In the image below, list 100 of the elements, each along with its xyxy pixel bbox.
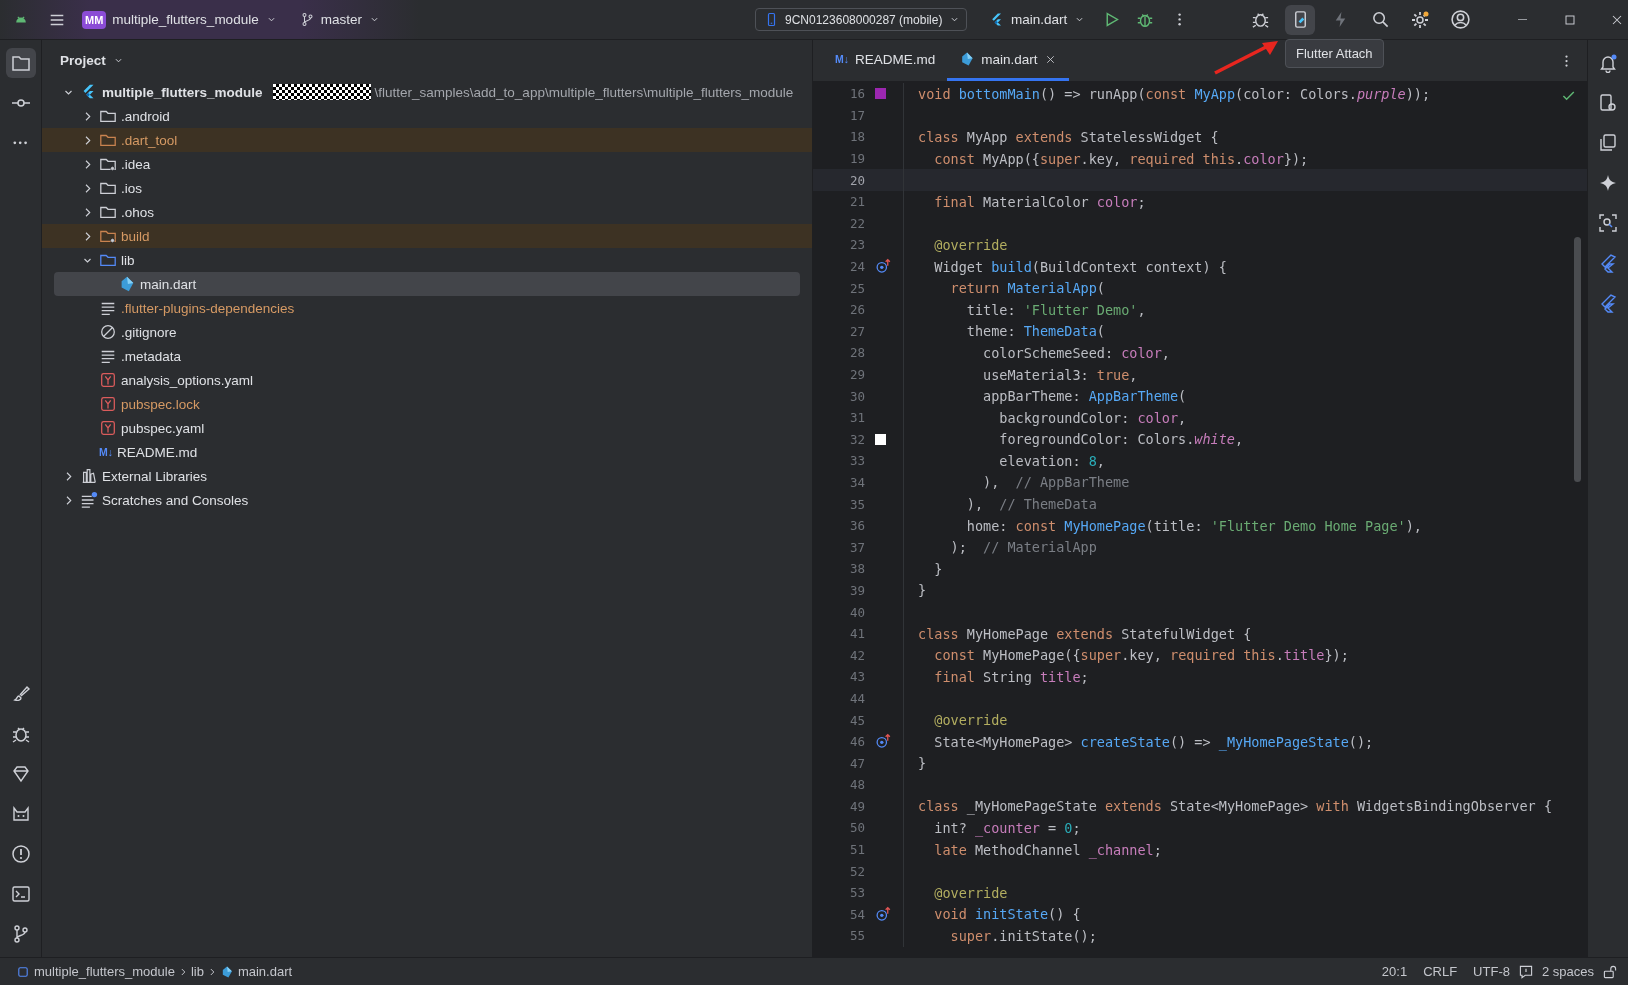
line-number: 41 (848, 626, 865, 642)
yaml-file-icon (99, 395, 117, 413)
indent-setting[interactable]: 2 spaces (1533, 964, 1602, 979)
tooltip: Flutter Attach (1285, 39, 1384, 68)
code-line: ); // MaterialApp (949, 539, 1097, 556)
annotation-arrow (1212, 40, 1280, 76)
run-config-selector[interactable]: main.dart (983, 7, 1093, 32)
tree-item[interactable]: build (42, 224, 812, 248)
code-line: ), // AppBarTheme (982, 474, 1130, 491)
line-number: 29 (848, 367, 865, 382)
line-number: 52 (848, 863, 865, 879)
breadcrumb[interactable]: lib (188, 964, 206, 979)
tree-item[interactable]: .android (42, 104, 812, 128)
inspector-icon (1598, 213, 1618, 233)
library-icon (80, 467, 98, 485)
code-line: @override (933, 236, 1008, 253)
markdown-icon: M↓ (835, 53, 849, 65)
line-number: 27 (848, 323, 865, 339)
tree-item[interactable]: lib (42, 248, 812, 272)
line-number: 55 (848, 928, 865, 944)
line-number: 39 (848, 582, 865, 598)
tree-item[interactable]: .idea (42, 152, 812, 176)
line-number: 51 (848, 842, 865, 858)
line-number: 53 (848, 885, 865, 901)
code-line: @override (933, 712, 1008, 728)
line-number: 26 (848, 302, 865, 318)
code-line: final String title; (933, 668, 1089, 685)
code-line: title: 'Flutter Demo', (965, 301, 1146, 318)
project-tool-button[interactable] (5, 48, 36, 78)
code-line: State<MyHomePage> createState() => _MyHomePageState(); (933, 733, 1374, 750)
tree-item[interactable]: multiple_flutters_module \flutter_samples\add_to_app\multiple_flutters\multiple_flutters_module (42, 80, 812, 104)
tree-item[interactable]: Scratches and Consoles (42, 488, 812, 512)
code-line: colorSchemeSeed: color, (982, 344, 1170, 361)
file-encoding[interactable]: UTF-8 (1465, 964, 1518, 979)
code-line: int? _counter = 0; (933, 820, 1081, 836)
editor-tab[interactable]: M↓ README.md (823, 40, 948, 81)
line-number: 40 (848, 604, 865, 620)
code-line: late MethodChannel _channel; (933, 841, 1162, 858)
code-line: backgroundColor: color, (998, 409, 1187, 426)
line-number: 19 (848, 151, 865, 167)
code-line: } (918, 755, 927, 772)
lock-icon (1602, 963, 1618, 980)
branch-icon (299, 12, 315, 27)
color-swatch[interactable] (875, 433, 886, 445)
line-number: 35 (848, 496, 865, 512)
line-number: 38 (848, 561, 865, 577)
line-number: 46 (848, 734, 865, 750)
tree-item[interactable]: analysis_options.yaml (42, 368, 812, 392)
code-line: const MyApp({super.key, required this.color}); (933, 150, 1309, 167)
line-separator[interactable]: CRLF (1415, 964, 1466, 979)
code-line: appBarTheme: AppBarTheme( (982, 388, 1187, 405)
breadcrumb[interactable]: multiple_flutters_module (14, 964, 177, 979)
line-number: 32 (848, 431, 865, 447)
line-number: 48 (848, 777, 865, 793)
lines-icon (80, 491, 98, 509)
breadcrumb[interactable]: main.dart (217, 964, 295, 979)
bell-icon (1598, 53, 1618, 73)
minimize-icon (1517, 18, 1528, 21)
tree-item[interactable]: .gitignore (42, 320, 812, 344)
open-module-dropdown[interactable]: MM multiple_flutters_module (76, 6, 284, 33)
code-line: final MaterialColor color; (933, 193, 1146, 210)
project-view-selector[interactable]: Project (54, 48, 131, 72)
code-line: class _MyHomePageState extends State<MyHomePage> with WidgetsBindingObserver { (918, 798, 1552, 815)
tree-item[interactable]: External Libraries (42, 464, 812, 488)
line-number: 24 (848, 259, 865, 275)
markdown-icon: M↓ (99, 446, 113, 458)
code-line: @override (933, 884, 1008, 901)
line-number: 37 (848, 539, 865, 555)
yaml-file-icon (99, 371, 117, 389)
line-number: 50 (848, 820, 865, 836)
code-line: home: const MyHomePage(title: 'Flutter Demo Home Page'), (965, 517, 1422, 534)
settings-icon (1410, 9, 1430, 30)
tree-item[interactable]: pubspec.lock (42, 392, 812, 416)
code-line: elevation: 8, (998, 452, 1105, 469)
caret-position[interactable]: 20:1 (1373, 964, 1416, 979)
comment-icon (1517, 963, 1534, 980)
tree-item[interactable]: .metadata (42, 344, 812, 368)
line-number: 18 (848, 129, 865, 145)
tree-item[interactable]: M↓ README.md (42, 440, 812, 464)
code-line: super.initState(); (949, 927, 1097, 944)
more-icon (13, 141, 28, 145)
editor-tab[interactable]: main.dart (947, 40, 1069, 81)
tree-item[interactable]: .flutter-plugins-dependencies (42, 296, 812, 320)
tree-item[interactable]: .ohos (42, 200, 812, 224)
device-selector[interactable]: 9CN0123608000287 (mobile) (755, 8, 967, 31)
code-line: const MyHomePage({super.key, required this.title}); (933, 647, 1349, 664)
flutter-attach-button[interactable] (1285, 4, 1315, 35)
branch-selector[interactable]: master (293, 8, 387, 31)
tree-item[interactable]: main.dart (54, 272, 800, 296)
tree-item[interactable]: .ios (42, 176, 812, 200)
override-icon (875, 733, 892, 751)
line-number: 54 (848, 906, 865, 922)
line-number: 36 (848, 518, 865, 534)
phone-icon (1598, 93, 1618, 113)
more-icon (1177, 13, 1181, 26)
tree-item[interactable]: pubspec.yaml (42, 416, 812, 440)
color-swatch[interactable] (875, 88, 886, 100)
tree-item[interactable]: .dart_tool (42, 128, 812, 152)
override-icon (875, 258, 892, 276)
scrollbar-thumb[interactable] (1574, 237, 1581, 482)
